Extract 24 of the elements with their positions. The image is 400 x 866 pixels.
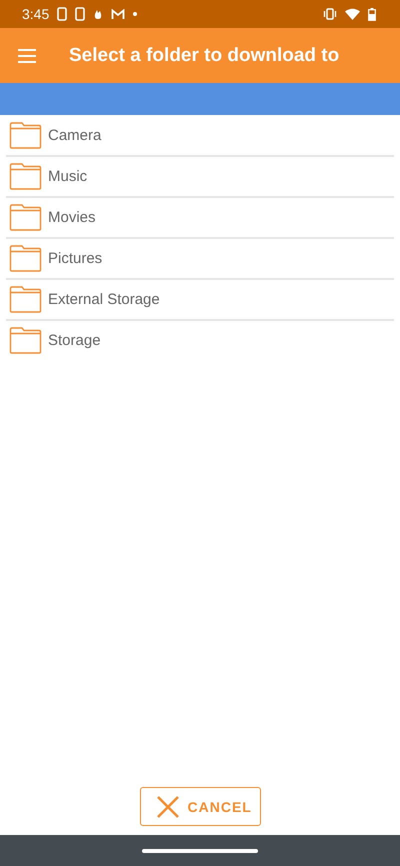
phone-icon (75, 7, 86, 21)
folder-name[interactable]: Music (48, 168, 88, 185)
folder-icon (9, 204, 42, 231)
dot-icon (133, 12, 138, 16)
vibrate-icon (323, 8, 337, 20)
folder-name[interactable]: Camera (48, 127, 102, 144)
phone-icon (57, 7, 68, 21)
close-icon (156, 794, 180, 818)
home-handle[interactable] (142, 848, 258, 852)
folder-name[interactable]: Storage (48, 332, 101, 349)
folder-icon (9, 327, 42, 354)
mail-icon (111, 8, 126, 20)
folder-name[interactable]: Movies (48, 209, 96, 226)
folder-icon (9, 163, 42, 190)
app-title: Select a folder to download to (69, 44, 340, 66)
folder-icon (9, 245, 42, 272)
status-time: 3:45 (22, 6, 50, 22)
folder-name[interactable]: External Storage (48, 291, 160, 308)
battery-icon (368, 8, 376, 20)
wifi-icon (345, 8, 360, 20)
hand-icon (93, 8, 104, 20)
folder-icon (9, 286, 42, 313)
folder-name[interactable]: Pictures (48, 250, 102, 267)
folder-icon (9, 122, 42, 149)
